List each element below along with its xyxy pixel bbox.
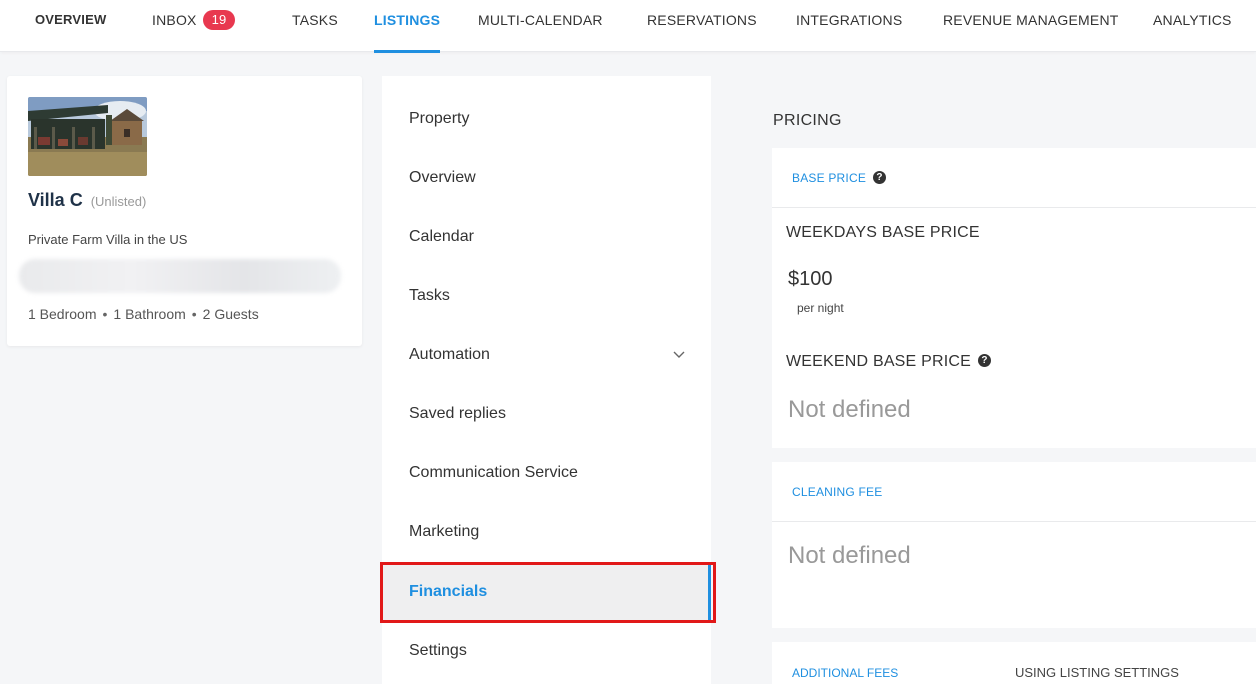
chevron-down-icon[interactable] <box>673 325 685 384</box>
listing-photo-image <box>28 97 147 176</box>
listing-photo[interactable] <box>28 97 147 176</box>
menu-item-calendar[interactable]: Calendar <box>382 207 711 266</box>
weekend-base-price-label: WEEKEND BASE PRICE? <box>786 353 991 371</box>
additional-fees-panel: ADDITIONAL FEES USING LISTING SETTINGS <box>772 642 1256 684</box>
weekend-base-price-value: Not defined <box>788 396 911 423</box>
weekdays-base-price-value: $100 <box>788 268 833 290</box>
bullet-separator: • <box>102 306 108 322</box>
weekdays-base-price-label: WEEKDAYS BASE PRICE <box>786 224 980 241</box>
nav-revenue-management[interactable]: REVENUE MANAGEMENT <box>943 0 1119 52</box>
inbox-count-badge: 19 <box>202 10 236 31</box>
menu-item-financials[interactable]: Financials <box>382 562 711 621</box>
nav-integrations[interactable]: INTEGRATIONS <box>796 0 902 52</box>
top-navigation: OVERVIEW INBOX 19 TASKS LISTINGS MULTI-CA… <box>0 0 1256 53</box>
cleaning-fee-header-label: CLEANING FEE <box>792 485 883 499</box>
listing-side-menu: Property Overview Calendar Tasks Automat… <box>382 76 711 684</box>
listing-title[interactable]: Villa C <box>28 190 83 210</box>
menu-item-overview[interactable]: Overview <box>382 148 711 207</box>
cleaning-fee-header: CLEANING FEE <box>772 462 1256 522</box>
bathrooms-count: 1 Bathroom <box>113 306 186 322</box>
base-price-panel: BASE PRICE? WEEKDAYS BASE PRICE $100 per… <box>772 148 1256 448</box>
menu-item-settings[interactable]: Settings <box>382 621 711 680</box>
help-icon[interactable]: ? <box>977 354 991 368</box>
listing-title-row: Villa C (Unlisted) <box>28 190 146 211</box>
base-price-header: BASE PRICE? <box>772 148 1256 208</box>
nav-analytics[interactable]: ANALYTICS <box>1153 0 1232 52</box>
weekend-base-price-label-text: WEEKEND BASE PRICE <box>786 353 971 370</box>
bullet-separator: • <box>191 306 197 322</box>
additional-fees-settings[interactable]: USING LISTING SETTINGS <box>1015 665 1179 680</box>
help-icon[interactable]: ? <box>873 171 887 185</box>
menu-item-automation[interactable]: Automation <box>382 325 711 384</box>
additional-fees-header: ADDITIONAL FEES <box>792 666 899 680</box>
nav-overview[interactable]: OVERVIEW <box>35 0 106 52</box>
menu-item-communication-service[interactable]: Communication Service <box>382 443 711 502</box>
nav-listings[interactable]: LISTINGS <box>374 0 441 53</box>
nav-inbox[interactable]: INBOX 19 <box>152 0 236 52</box>
listing-details: 1 Bedroom • 1 Bathroom • 2 Guests <box>28 306 259 322</box>
listing-card: Villa C (Unlisted) Private Farm Villa in … <box>7 76 362 346</box>
nav-inbox-label: INBOX <box>152 12 197 28</box>
pricing-heading: PRICING <box>773 112 842 129</box>
listing-subtitle: Private Farm Villa in the US <box>28 232 188 247</box>
menu-item-saved-replies[interactable]: Saved replies <box>382 384 711 443</box>
nav-reservations[interactable]: RESERVATIONS <box>647 0 757 52</box>
nav-tasks[interactable]: TASKS <box>292 0 338 52</box>
base-price-header-label: BASE PRICE <box>792 171 867 185</box>
cleaning-fee-value: Not defined <box>788 542 911 569</box>
menu-item-property[interactable]: Property <box>382 89 711 148</box>
menu-item-automation-label: Automation <box>409 346 490 363</box>
listing-status: (Unlisted) <box>90 194 147 209</box>
nav-multi-calendar[interactable]: MULTI-CALENDAR <box>478 0 603 52</box>
cleaning-fee-panel: CLEANING FEE Not defined <box>772 462 1256 628</box>
bedrooms-count: 1 Bedroom <box>28 306 97 322</box>
redacted-address <box>19 259 341 293</box>
guests-count: 2 Guests <box>202 306 259 322</box>
weekdays-price-unit: per night <box>797 301 844 315</box>
menu-item-marketing[interactable]: Marketing <box>382 502 711 561</box>
menu-item-tasks[interactable]: Tasks <box>382 266 711 325</box>
